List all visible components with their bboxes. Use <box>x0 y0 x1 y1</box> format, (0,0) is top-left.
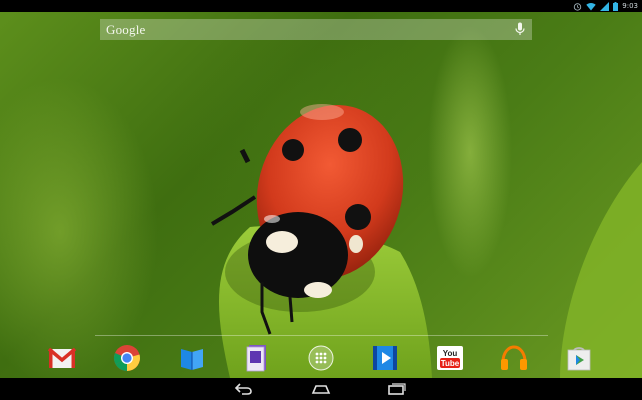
youtube-label-top: You <box>443 349 458 358</box>
dock: You Tube <box>0 338 642 376</box>
back-icon[interactable] <box>230 382 256 396</box>
play-books-icon[interactable] <box>176 343 208 373</box>
status-bar: 9:03 <box>0 0 642 12</box>
chrome-icon[interactable] <box>111 343 143 373</box>
microphone-icon[interactable] <box>515 22 525 41</box>
signal-icon <box>600 1 610 11</box>
recent-apps-icon[interactable] <box>383 382 409 396</box>
youtube-label-bottom: Tube <box>441 359 460 368</box>
app-drawer-icon[interactable] <box>305 343 337 373</box>
gmail-icon[interactable] <box>46 343 78 373</box>
play-music-icon[interactable] <box>498 343 530 373</box>
google-search-bar[interactable]: Google <box>100 19 532 40</box>
battery-icon <box>613 1 619 11</box>
alarm-icon <box>573 2 582 11</box>
ladybug-wallpaper-image <box>210 104 642 378</box>
youtube-icon[interactable]: You Tube <box>434 343 466 373</box>
wifi-icon <box>586 2 596 11</box>
google-search-label[interactable]: Google <box>106 22 145 38</box>
play-movies-icon[interactable] <box>369 343 401 373</box>
play-store-icon[interactable] <box>563 343 595 373</box>
dock-divider <box>95 335 548 336</box>
home-icon[interactable] <box>308 382 334 396</box>
clock-time: 9:03 <box>622 1 638 10</box>
wallpaper <box>0 12 642 378</box>
play-magazines-icon[interactable] <box>241 343 273 373</box>
navigation-bar <box>0 378 642 400</box>
